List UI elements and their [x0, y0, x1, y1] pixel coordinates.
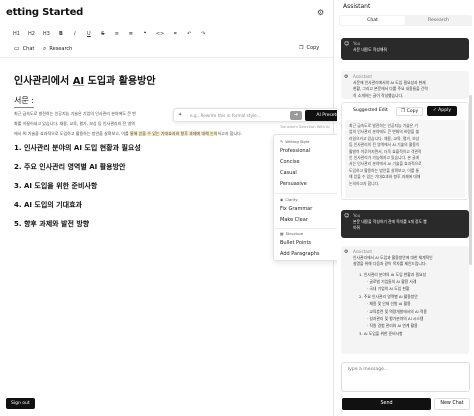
copy-button[interactable]: ❐ Copy	[299, 45, 319, 51]
chat-icon: ▭	[14, 45, 20, 52]
suggested-copy-button[interactable]: ❐ Copy	[396, 107, 424, 116]
list-item: · 채용 및 인재 선발 AI 활용	[367, 301, 411, 307]
ai-hint-text: Transform Selection With AI	[280, 125, 330, 129]
ai-prompt-input[interactable]: e.g., Rewrite this in formal style...	[190, 113, 261, 118]
bullet-list-button[interactable]: ≡	[114, 31, 120, 37]
heading2-button[interactable]: H2	[28, 31, 35, 37]
undo-button[interactable]: ↶	[186, 31, 192, 37]
suggested-edit-text: 최근 급속도로 발전하는 인공지능 기술은 기 업의 인사관리 분야에도 큰 변…	[345, 120, 465, 198]
apply-button[interactable]: ✓ Apply	[427, 106, 457, 116]
research-button[interactable]: ⌕ Research	[43, 45, 72, 53]
assistant-title: Assistant	[343, 3, 371, 10]
formatting-toolbar: H1 H2 H3 B I U S ≡ ≣ ❝ <> ⌗ ↶ ↷	[13, 31, 206, 37]
group-structure: ▦ Structure	[280, 231, 304, 236]
list-item: 2. 주요 인사관리 영역별 AI 활용방안	[359, 293, 418, 299]
group-clarity: ◉ Clarity	[280, 197, 298, 202]
list-item: 1. 인사관리 분야의 AI 도입 현황과 필요성	[359, 271, 426, 277]
italic-button[interactable]: I	[72, 31, 78, 37]
research-button-label: Research	[49, 46, 73, 52]
menu-item-make-clear[interactable]: Make Clear	[280, 217, 308, 223]
heading1-button[interactable]: H1	[13, 31, 20, 37]
bold-button[interactable]: B	[58, 31, 64, 37]
message-input-box	[341, 362, 470, 392]
ordered-list-button[interactable]: ≣	[128, 31, 134, 37]
group-writing-style: ✎ Writing Style	[280, 139, 310, 144]
message-text: 설명을 위해 다음과 같이 목차를 제안드립니다:	[353, 261, 427, 267]
selected-text: 통해 얻을 수 있는 기대효과와 향후 과제에 대해 논의	[130, 131, 218, 136]
search-icon: ⌕	[43, 45, 47, 52]
menu-item-fix-grammar[interactable]: Fix Grammar	[280, 206, 312, 212]
list-item: · 직원 경험 관리와 AI 연계 활용	[367, 323, 418, 329]
tab-chat[interactable]: Chat	[340, 16, 405, 25]
section-heading[interactable]: 1. 인사관리 분야의 AI 도입 현황과 필요성	[14, 143, 141, 153]
arrow-right-icon[interactable]: ➜	[290, 111, 302, 120]
suggested-edit-label: Suggested Edit	[353, 108, 388, 113]
section-heading[interactable]: 3. AI 도입을 위한 준비사항	[14, 181, 97, 191]
document-subtitle[interactable]: 서문 :	[14, 95, 34, 106]
menu-item-bullet-points[interactable]: Bullet Points	[280, 240, 311, 246]
chat-button[interactable]: ▭ Chat	[14, 45, 34, 52]
section-heading[interactable]: 4. AI 도입의 기대효과	[14, 200, 82, 210]
chat-message-assistant: ⚙ Assistant 서문에 인사관리에서의 AI 도입 필요성과 현재 현황…	[341, 71, 469, 99]
gear-icon[interactable]: ⚙	[317, 8, 324, 17]
copy-icon: ❐	[299, 45, 304, 51]
menu-item-persuasive[interactable]: Persuasive	[280, 181, 307, 187]
chat-button-label: Chat	[22, 45, 35, 52]
underline-button[interactable]: U	[86, 31, 92, 37]
selection-underline	[14, 107, 34, 108]
sparkle-icon: ✦	[178, 112, 183, 118]
menu-item-concise[interactable]: Concise	[280, 159, 300, 165]
quote-button[interactable]: ❝	[142, 31, 148, 37]
document-heading[interactable]: 인사관리에서 AI 도입과 활용방안	[14, 72, 156, 87]
toc-list: 1. 인사관리 분야의 AI 도입 현황과 필요성 · 글로벌 기업들의 AI …	[353, 271, 465, 338]
code-button[interactable]: <>	[156, 31, 164, 37]
toolbar-divider	[0, 57, 333, 58]
strikethrough-button[interactable]: S	[100, 31, 106, 37]
new-chat-button[interactable]: New Chat	[434, 398, 470, 410]
chat-scrollbar[interactable]	[469, 95, 472, 265]
chat-message-user: ☺ You 서문 내용도 작성해줘	[341, 38, 469, 60]
document-title: etting Started	[6, 7, 84, 18]
user-avatar-icon: ☺	[344, 41, 350, 47]
redo-button[interactable]: ↷	[200, 31, 206, 37]
code-block-button[interactable]: ⌗	[172, 31, 178, 37]
message-text: 아줘	[353, 225, 360, 231]
user-avatar-icon: ☺	[344, 213, 350, 219]
section-heading[interactable]: 5. 향후 과제와 발전 방향	[14, 219, 89, 229]
message-input[interactable]	[342, 363, 469, 375]
menu-item-professional[interactable]: Professional	[280, 148, 310, 154]
message-text: 서문 내용도 작성해줘	[353, 47, 387, 53]
list-item: · 글로벌 기업들의 AI 활용 사례	[367, 279, 417, 285]
bot-avatar-icon: ⚙	[344, 249, 349, 255]
section-heading[interactable]: 2. 주요 인사관리 영역별 AI 활용방안	[14, 162, 125, 172]
assistant-tabs: Chat Research	[339, 15, 472, 26]
list-item: · 교육훈련 및 역량개발에서의 AI 적용	[367, 308, 427, 314]
copy-button-label: Copy	[306, 45, 320, 51]
layout-icon: ▦	[280, 231, 284, 236]
list-item: 3. AI 도입을 위한 준비사항	[359, 330, 403, 336]
send-button[interactable]: Send	[342, 398, 431, 410]
menu-item-add-paragraphs[interactable]: Add Paragraphs	[280, 251, 320, 257]
pen-icon: ✎	[280, 139, 284, 144]
list-item: · 국내 기업의 AI 도입 현황	[367, 286, 410, 292]
sign-out-button[interactable]: Sign out	[6, 398, 35, 409]
ai-prompt-bar: ✦ e.g., Rewrite this in formal style... …	[173, 108, 351, 122]
chat-message-assistant: ⚙ Assistant 인사관리에서 AI 도입과 활용방안에 대한 체계적인 …	[341, 246, 469, 354]
bot-avatar-icon: ⚙	[344, 74, 349, 80]
eye-icon: ◉	[280, 197, 284, 202]
chat-message-user: ☺ You 본문 내용을 작성하기 전에 목차를 5개 정도 뽑 아줘	[341, 210, 469, 238]
tab-research[interactable]: Research	[406, 16, 471, 25]
menu-item-casual[interactable]: Casual	[280, 170, 297, 176]
heading3-button[interactable]: H3	[43, 31, 50, 37]
list-item: · 성과관리 및 평가분야의 AI 시스템	[367, 316, 424, 322]
message-text: 히 소개하는 글이 작성했습니다.	[353, 92, 404, 98]
